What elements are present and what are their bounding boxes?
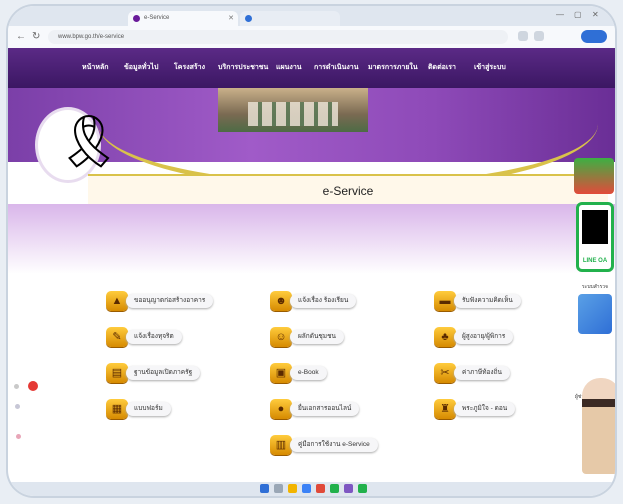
close-window-icon[interactable]: ✕ <box>592 9 599 21</box>
nav-item-operations[interactable]: การดำเนินงาน <box>314 48 359 88</box>
side-dot-icon <box>15 404 20 409</box>
service-ebook[interactable]: ▣ e-Book <box>270 363 394 383</box>
bookmark-icon[interactable] <box>534 31 544 41</box>
service-label: คู่มือการใช้งาน e-Service <box>290 438 378 452</box>
service-community[interactable]: ☺ ผลักดันชุมชน <box>270 327 394 347</box>
side-dot-icon <box>16 434 21 439</box>
address-bar-row: ← ↻ www.bpw.go.th/e-service <box>8 26 615 49</box>
survey-label: ระบบสำรวจ <box>581 284 608 290</box>
page-title-bar: e-Service <box>88 174 608 206</box>
survey-widget-image[interactable] <box>578 294 612 334</box>
elder-icon: ♣ <box>434 327 456 347</box>
form-icon: ▦ <box>106 399 128 419</box>
app-icon[interactable] <box>344 484 353 493</box>
service-label: พระภูมิใจ - ดอน <box>454 402 516 416</box>
service-label: แบบฟอร์ม <box>126 402 171 416</box>
start-icon[interactable] <box>260 484 269 493</box>
service-temple[interactable]: ♜ พระภูมิใจ - ดอน <box>434 399 558 419</box>
app-icon[interactable] <box>330 484 339 493</box>
profile-button[interactable] <box>581 30 607 43</box>
search-icon[interactable] <box>274 484 283 493</box>
report-icon: ✎ <box>106 327 128 347</box>
tax-icon: ✂ <box>434 363 456 383</box>
feedback-icon: ▬ <box>434 291 456 311</box>
service-complaint[interactable]: ☻ แจ้งเรื่อง ร้องเรียน <box>270 291 394 311</box>
site-nav: หน้าหลัก ข้อมูลทั่วไป โครงสร้าง บริการปร… <box>8 48 615 88</box>
service-user-manual[interactable]: ▥ คู่มือการใช้งาน e-Service <box>270 435 420 455</box>
service-label: e-Book <box>290 366 327 380</box>
book-icon: ▣ <box>270 363 292 383</box>
qr-code-icon <box>582 210 608 244</box>
service-label: ฐานข้อมูลเปิดภาครัฐ <box>126 366 201 380</box>
service-label: แจ้งเรื่องทุจริต <box>126 330 182 344</box>
minimize-icon[interactable]: — <box>556 9 564 21</box>
service-elderly-disabled[interactable]: ♣ ผู้สูงอายุ/ผู้พิการ <box>434 327 558 347</box>
promo-badge-image[interactable] <box>574 158 614 194</box>
browser-window: e-Service ✕ — ▢ ✕ ← ↻ www.bpw.go.th/e-se… <box>8 6 615 496</box>
close-tab-icon[interactable]: ✕ <box>228 11 234 26</box>
database-icon: ▤ <box>106 363 128 383</box>
nav-item-login[interactable]: เข้าสู่ระบบ <box>474 48 506 88</box>
service-open-data[interactable]: ▤ ฐานข้อมูลเปิดภาครัฐ <box>106 363 230 383</box>
service-report-corruption[interactable]: ✎ แจ้งเรื่องทุจริต <box>106 327 230 347</box>
service-building-permit[interactable]: ▲ ขออนุญาตก่อสร้างอาคาร <box>106 291 230 311</box>
service-feedback[interactable]: ▬ รับฟังความคิดเห็น <box>434 291 558 311</box>
tab-favicon <box>245 15 252 22</box>
service-local-tax[interactable]: ✂ ค่าภาษีท้องถิ่น <box>434 363 558 383</box>
complaint-icon: ☻ <box>270 291 292 311</box>
assistant-mascot-image[interactable] <box>582 378 615 474</box>
tab-title: e-Service <box>144 15 170 21</box>
edge-icon[interactable] <box>302 484 311 493</box>
notification-dot-icon[interactable] <box>28 381 38 391</box>
service-online-documents[interactable]: ● ยื่นเอกสารออนไลน์ <box>270 399 394 419</box>
tab-bar: e-Service ✕ — ▢ ✕ <box>8 6 615 26</box>
browser-tab-active[interactable]: e-Service ✕ <box>128 11 238 26</box>
service-label: แจ้งเรื่อง ร้องเรียน <box>290 294 357 308</box>
os-taskbar <box>8 482 615 496</box>
folder-icon[interactable] <box>288 484 297 493</box>
service-forms[interactable]: ▦ แบบฟอร์ม <box>106 399 230 419</box>
upload-icon: ● <box>270 399 292 419</box>
line-oa-label: LINE OA <box>582 258 608 264</box>
banner-building <box>248 102 338 126</box>
nav-item-measures[interactable]: มาตรการภายใน <box>368 48 418 88</box>
service-label: รับฟังความคิดเห็น <box>454 294 521 308</box>
side-dot-icon <box>14 384 19 389</box>
building-icon: ▲ <box>106 291 128 311</box>
nav-item-home[interactable]: หน้าหลัก <box>82 48 108 88</box>
community-icon: ☺ <box>270 327 292 347</box>
nav-item-about[interactable]: ข้อมูลทั่วไป <box>124 48 158 88</box>
nav-item-plans[interactable]: แผนงาน <box>276 48 302 88</box>
browser-tab[interactable] <box>240 11 340 26</box>
reload-icon[interactable]: ↻ <box>32 31 40 43</box>
line-app-icon[interactable] <box>358 484 367 493</box>
back-icon[interactable]: ← <box>16 31 26 43</box>
app-icon[interactable] <box>316 484 325 493</box>
maximize-icon[interactable]: ▢ <box>574 9 582 21</box>
manual-icon: ▥ <box>270 435 292 455</box>
site-favicon <box>133 15 140 22</box>
service-label: ผู้สูงอายุ/ผู้พิการ <box>454 330 514 344</box>
temple-icon: ♜ <box>434 399 456 419</box>
service-label: ยื่นเอกสารออนไลน์ <box>290 402 360 416</box>
nav-item-structure[interactable]: โครงสร้าง <box>174 48 205 88</box>
service-label: ขออนุญาตก่อสร้างอาคาร <box>126 294 214 308</box>
service-label: ค่าภาษีท้องถิ่น <box>454 366 510 380</box>
url-field[interactable]: www.bpw.go.th/e-service <box>48 30 508 44</box>
black-ribbon-icon: 🎗 <box>56 113 123 171</box>
nav-item-contact[interactable]: ติดต่อเรา <box>428 48 456 88</box>
extensions-icon[interactable] <box>518 31 528 41</box>
nav-item-services[interactable]: บริการประชาชน <box>218 48 268 88</box>
header-fade <box>8 204 615 274</box>
service-label: ผลักดันชุมชน <box>290 330 344 344</box>
page-title: e-Service <box>322 184 374 198</box>
